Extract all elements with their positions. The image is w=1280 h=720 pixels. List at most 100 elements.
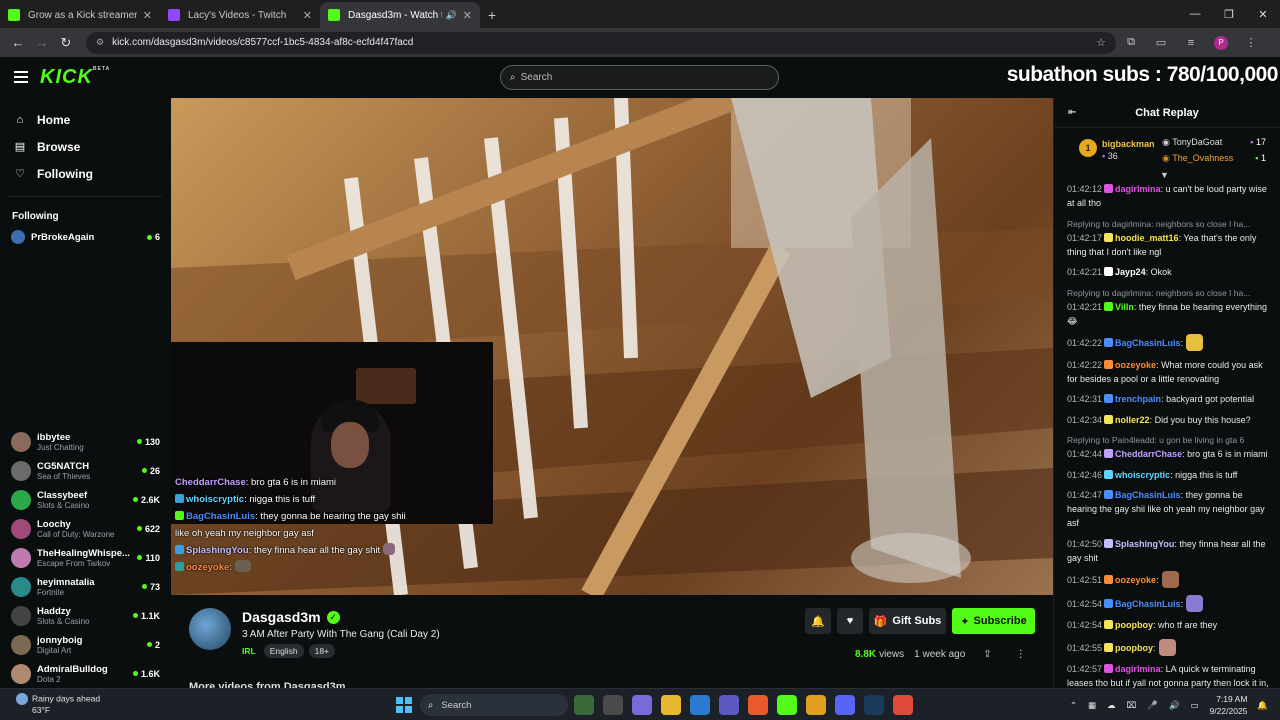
message-username[interactable]: BagChasinLuis: [1115, 599, 1181, 609]
message-username[interactable]: Villn: [1115, 302, 1134, 312]
steam-icon[interactable]: [864, 695, 884, 715]
message-username[interactable]: trenchpain: [1115, 394, 1161, 404]
message-username[interactable]: whoiscryptic: [1115, 470, 1170, 480]
menu-dots-icon[interactable]: ⋮: [1236, 36, 1266, 49]
profile-avatar[interactable]: P: [1206, 35, 1236, 50]
microphone-icon[interactable]: 🎤: [1147, 700, 1158, 711]
channel-item[interactable]: AdmiralBulldog Dota 2 1.6K: [0, 659, 170, 688]
search-input[interactable]: ⌕ Search: [500, 65, 779, 90]
chat-message[interactable]: 01:42:22 oozeyoke: What more could you as…: [1067, 358, 1272, 386]
category-link[interactable]: IRL: [242, 646, 256, 656]
reload-icon[interactable]: ↻: [54, 35, 78, 51]
chat-message[interactable]: 01:42:31 trenchpain: backyard got potenti…: [1067, 392, 1272, 406]
file-explorer-icon[interactable]: [661, 695, 681, 715]
message-username[interactable]: oozeyoke: [1115, 575, 1156, 585]
chat-message[interactable]: 01:42:50 SplashingYou: they finna hear al…: [1067, 537, 1272, 565]
message-username[interactable]: SplashingYou: [1115, 539, 1174, 549]
collapse-chat-icon[interactable]: ⇤: [1068, 107, 1076, 118]
chat-message[interactable]: 01:42:12 dagirlmina: u can't be loud part…: [1067, 182, 1272, 210]
chat-message[interactable]: 01:42:55 poopboy:: [1067, 638, 1272, 656]
channel-item[interactable]: PrBrokeAgain 6: [0, 228, 170, 246]
chat-message[interactable]: 01:42:54 poopboy: who tf are they: [1067, 618, 1272, 632]
channel-name[interactable]: Dasgasd3m ✓: [242, 609, 340, 625]
chat-message[interactable]: 01:42:47 BagChasinLuis: they gonna be hea…: [1067, 488, 1272, 530]
sidebar-item-home[interactable]: ⌂ Home: [0, 106, 170, 133]
url-field[interactable]: ⚙ kick.com/dasgasd3m/videos/c8577ccf-1bc…: [86, 31, 1116, 54]
kick-app-icon[interactable]: [777, 695, 797, 715]
message-username[interactable]: noller22: [1115, 415, 1150, 425]
leader-name[interactable]: bigbackman: [1102, 139, 1155, 149]
media-icon[interactable]: ≡: [1176, 37, 1206, 49]
message-username[interactable]: BagChasinLuis: [1115, 338, 1181, 348]
chat-message[interactable]: 01:42:51 oozeyoke:: [1067, 571, 1272, 588]
notification-bell-button[interactable]: 🔔: [805, 608, 831, 634]
expand-leaderboard-icon[interactable]: ▼: [1160, 170, 1169, 180]
channel-item[interactable]: Classybeef Slots & Casino 2.6K: [0, 485, 170, 514]
rating-tag[interactable]: 18+: [308, 644, 336, 658]
minimize-icon[interactable]: —: [1178, 0, 1212, 28]
hamburger-menu-icon[interactable]: [14, 71, 28, 86]
message-username[interactable]: poopboy: [1115, 643, 1153, 653]
wifi-icon[interactable]: ☁: [1107, 700, 1116, 711]
language-tag[interactable]: English: [263, 644, 304, 658]
reply-context[interactable]: Replying to dagirlmina: neighbors so clo…: [1067, 286, 1272, 300]
message-username[interactable]: dagirlmina: [1115, 664, 1161, 674]
tray-overflow-icon[interactable]: ⌃: [1070, 700, 1077, 711]
video-player[interactable]: CheddarrChase: bro gta 6 is in miami who…: [171, 98, 1053, 595]
close-tab-icon[interactable]: ✕: [143, 9, 152, 22]
message-username[interactable]: Jayp24: [1115, 267, 1146, 277]
widgets-app-icon[interactable]: [574, 695, 594, 715]
volume-icon[interactable]: 🔊: [1169, 700, 1180, 711]
teams-icon[interactable]: [719, 695, 739, 715]
subscribe-button[interactable]: ✦ Subscribe: [952, 608, 1035, 634]
chat-message[interactable]: 01:42:57 dagirlmina: LA quick w terminati…: [1067, 662, 1272, 688]
message-username[interactable]: BagChasinLuis: [1115, 490, 1181, 500]
reply-context[interactable]: Replying to Pain4leadd: u gon be living …: [1067, 433, 1272, 447]
chat-message[interactable]: Replying to Pain4leadd: u gon be living …: [1067, 433, 1272, 461]
follow-heart-button[interactable]: ♥: [837, 608, 863, 634]
close-tab-icon[interactable]: ✕: [303, 9, 312, 22]
chat-message[interactable]: 01:42:21 Jayp24: Okok: [1067, 265, 1272, 279]
chrome-icon[interactable]: [806, 695, 826, 715]
copilot-icon[interactable]: [632, 695, 652, 715]
channel-item[interactable]: ibbytee Just Chatting 130: [0, 427, 170, 456]
channel-item[interactable]: jonnyboig Digital Art 2: [0, 630, 170, 659]
leader-name[interactable]: ◉ TonyDaGoat: [1162, 137, 1222, 148]
channel-item[interactable]: Loochy Call of Duty: Warzone 622: [0, 514, 170, 543]
cast-icon[interactable]: ▭: [1146, 36, 1176, 49]
close-tab-icon[interactable]: ✕: [463, 9, 472, 22]
gift-subs-button[interactable]: 🎁 Gift Subs: [869, 608, 946, 634]
sidebar-item-following[interactable]: ♡ Following: [0, 160, 170, 187]
kick-logo[interactable]: KICKBETA: [40, 66, 110, 89]
chat-message[interactable]: 01:42:22 BagChasinLuis:: [1067, 334, 1272, 351]
channel-item[interactable]: TheHealingWhispe... Escape From Tarkov 11…: [0, 543, 170, 572]
back-arrow-icon[interactable]: ←: [6, 35, 30, 50]
clock[interactable]: 7:19 AM 9/22/2025: [1210, 693, 1248, 717]
browser-tab-3[interactable]: Dasgasd3m - Watch the VO 🔊 ✕: [320, 2, 480, 28]
chat-message[interactable]: Replying to dagirlmina: neighbors so clo…: [1067, 286, 1272, 328]
extensions-icon[interactable]: ⧉: [1116, 36, 1146, 49]
notification-bell-icon[interactable]: 🔔: [1257, 700, 1268, 711]
message-username[interactable]: poopboy: [1115, 620, 1153, 630]
chat-message[interactable]: 01:42:34 noller22: Did you buy this house…: [1067, 413, 1272, 427]
chat-message[interactable]: 01:42:54 BagChasinLuis:: [1067, 594, 1272, 612]
battery-icon[interactable]: ▭: [1191, 700, 1199, 711]
share-icon[interactable]: ⇪: [983, 649, 991, 660]
message-username[interactable]: oozeyoke: [1115, 360, 1156, 370]
windows-start-icon[interactable]: [396, 697, 412, 713]
reply-context[interactable]: Replying to dagirlmina: neighbors so clo…: [1067, 217, 1272, 231]
taskbar-search-input[interactable]: ⌕ Search: [420, 694, 568, 716]
close-window-icon[interactable]: ✕: [1246, 0, 1280, 28]
site-info-icon[interactable]: ⚙: [96, 37, 104, 48]
forward-arrow-icon[interactable]: →: [30, 35, 54, 50]
chat-message[interactable]: Replying to dagirlmina: neighbors so clo…: [1067, 217, 1272, 259]
network-icon[interactable]: ⌧: [1127, 700, 1137, 711]
channel-avatar[interactable]: [189, 608, 231, 650]
store-icon[interactable]: [690, 695, 710, 715]
leader-name[interactable]: ◉ The_Ovahness: [1162, 153, 1233, 164]
chat-message[interactable]: 01:42:46 whoiscryptic: nigga this is tuff: [1067, 468, 1272, 482]
message-username[interactable]: hoodie_matt16: [1115, 233, 1179, 243]
channel-item[interactable]: heyimnatalia Fortnite 73: [0, 572, 170, 601]
brave-icon[interactable]: [748, 695, 768, 715]
message-username[interactable]: CheddarrChase: [1115, 449, 1182, 459]
